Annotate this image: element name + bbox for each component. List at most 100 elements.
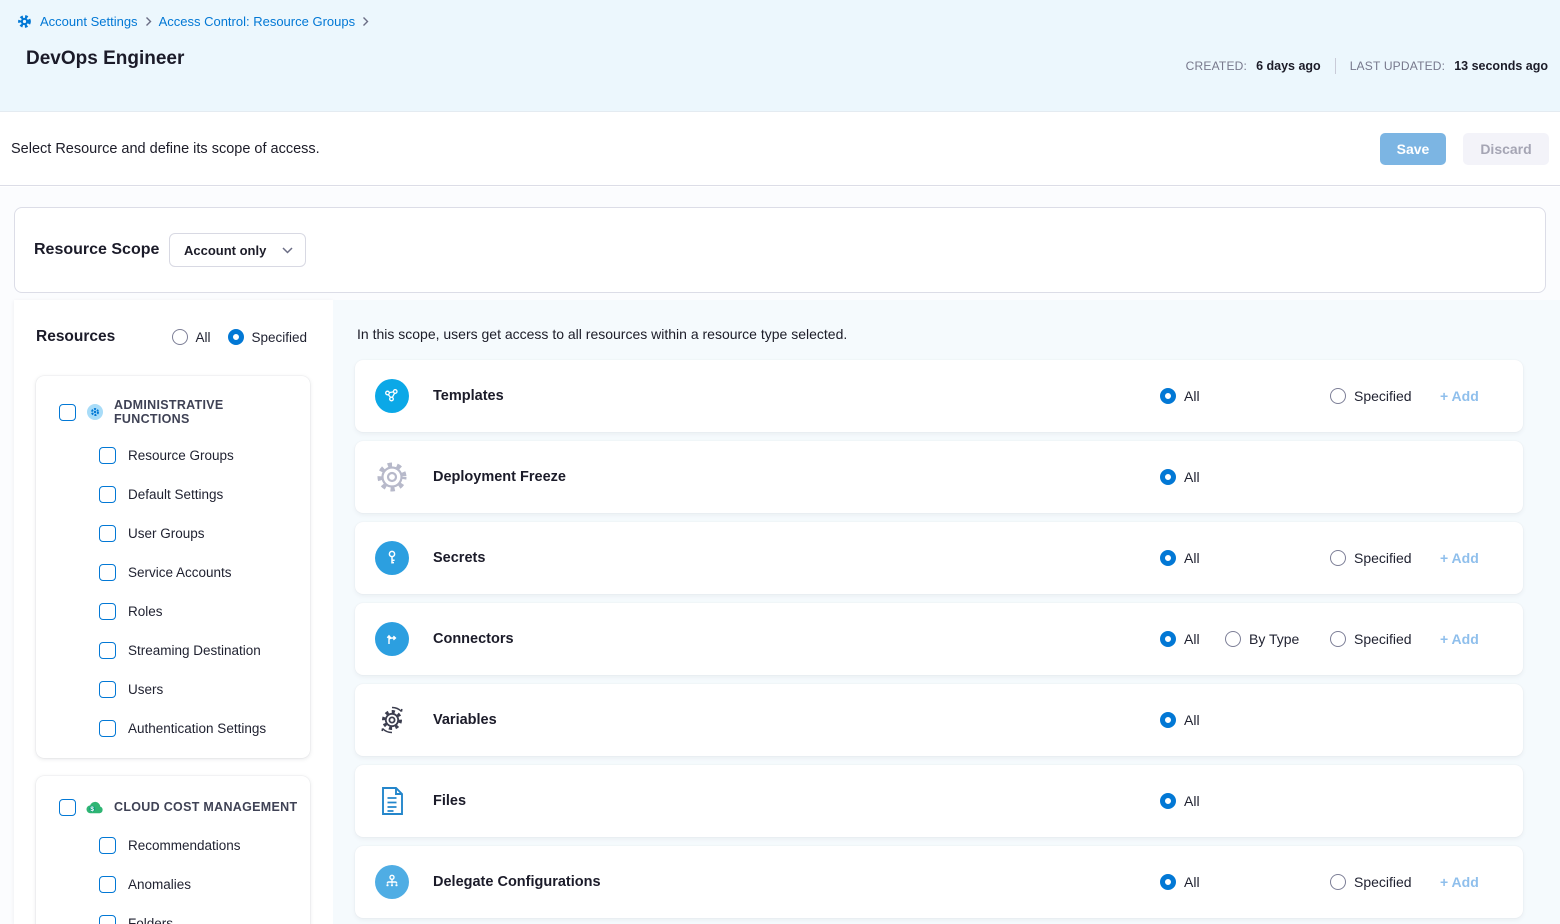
radio-unselected[interactable] <box>1330 388 1346 404</box>
scope-option-label[interactable]: By Type <box>1249 631 1299 647</box>
scope-option-specified[interactable]: Specified <box>1330 388 1412 404</box>
group-label: ADMINISTRATIVE FUNCTIONS <box>114 398 302 426</box>
add-resources-link[interactable]: + Add <box>1440 874 1479 890</box>
item-label: Roles <box>128 604 163 619</box>
scope-option-by-type[interactable]: By Type <box>1225 631 1299 647</box>
discard-button[interactable]: Discard <box>1463 133 1549 165</box>
item-checkbox[interactable] <box>99 642 116 659</box>
resource-scope-card: Resource Scope Account only <box>14 207 1546 293</box>
resource-type-item: Roles <box>36 592 310 631</box>
group-checkbox[interactable] <box>59 799 76 816</box>
breadcrumb-account-settings[interactable]: Account Settings <box>40 14 138 29</box>
radio-selected[interactable] <box>1160 874 1176 890</box>
scope-option-label[interactable]: All <box>1184 388 1200 404</box>
resource-row: Files All <box>355 765 1523 837</box>
scope-option-label[interactable]: All <box>1184 550 1200 566</box>
resources-all-option[interactable]: All <box>172 329 210 345</box>
item-checkbox[interactable] <box>99 681 116 698</box>
variables-icon <box>375 703 409 737</box>
scope-option-specified[interactable]: Specified <box>1330 874 1412 890</box>
scope-option-label[interactable]: All <box>1184 793 1200 809</box>
scope-option-label[interactable]: Specified <box>1354 874 1412 890</box>
scope-option-all[interactable]: All <box>1160 550 1200 566</box>
item-label: Recommendations <box>128 838 241 853</box>
action-toolbar: Select Resource and define its scope of … <box>0 112 1560 186</box>
header-meta: CREATED: 6 days ago LAST UPDATED: 13 sec… <box>1186 58 1548 74</box>
resources-specified-option[interactable]: Specified <box>228 329 307 345</box>
resource-row-title: Connectors <box>433 631 514 647</box>
scope-option-label[interactable]: All <box>1184 712 1200 728</box>
resource-type-item: Streaming Destination <box>36 631 310 670</box>
resource-row: Delegate ConfigurationsAllSpecified+ Add <box>355 846 1523 918</box>
radio-unselected[interactable] <box>1330 874 1346 890</box>
breadcrumb-resource-groups[interactable]: Access Control: Resource Groups <box>159 14 356 29</box>
radio-selected[interactable] <box>1160 712 1176 728</box>
item-checkbox[interactable] <box>99 564 116 581</box>
scope-option-specified[interactable]: Specified <box>1330 631 1412 647</box>
item-checkbox[interactable] <box>99 876 116 893</box>
scope-option-label[interactable]: Specified <box>1354 631 1412 647</box>
item-label: Resource Groups <box>128 448 234 463</box>
last-updated-label: LAST UPDATED: <box>1350 59 1446 73</box>
resources-all-label[interactable]: All <box>195 330 210 345</box>
templates-icon <box>375 379 409 413</box>
scope-option-all[interactable]: All <box>1160 631 1200 647</box>
item-checkbox[interactable] <box>99 837 116 854</box>
radio-selected[interactable] <box>1160 631 1176 647</box>
group-checkbox[interactable] <box>59 404 76 421</box>
radio-selected[interactable] <box>1160 793 1176 809</box>
resource-row-title: Files <box>433 793 466 809</box>
save-button[interactable]: Save <box>1380 133 1446 165</box>
item-label: Default Settings <box>128 487 223 502</box>
resource-group-header: ADMINISTRATIVE FUNCTIONS <box>36 390 310 436</box>
radio-selected[interactable] <box>228 329 244 345</box>
add-resources-link[interactable]: + Add <box>1440 388 1479 404</box>
item-checkbox[interactable] <box>99 720 116 737</box>
item-checkbox[interactable] <box>99 486 116 503</box>
scope-option-all[interactable]: All <box>1160 793 1200 809</box>
item-checkbox[interactable] <box>99 525 116 542</box>
resource-scope-label: Resource Scope <box>34 241 159 259</box>
resource-types-panel: In this scope, users get access to all r… <box>333 300 1560 924</box>
resource-rows: TemplatesAllSpecified+ AddDeployment Fre… <box>355 360 1523 924</box>
resource-scope-dropdown[interactable]: Account only <box>169 233 306 267</box>
scope-option-all[interactable]: All <box>1160 712 1200 728</box>
radio-unselected[interactable] <box>172 329 188 345</box>
radio-unselected[interactable] <box>1225 631 1241 647</box>
scope-option-all[interactable]: All <box>1160 874 1200 890</box>
scope-option-label[interactable]: All <box>1184 874 1200 890</box>
settings-gear-icon <box>15 12 33 30</box>
item-label: Folders <box>128 916 173 924</box>
radio-selected[interactable] <box>1160 469 1176 485</box>
resource-row: TemplatesAllSpecified+ Add <box>355 360 1523 432</box>
files-icon <box>375 784 409 818</box>
scope-option-label[interactable]: Specified <box>1354 388 1412 404</box>
item-label: Anomalies <box>128 877 191 892</box>
resource-row: Connectors All By Type Specified + Add <box>355 603 1523 675</box>
chevron-down-icon <box>282 247 293 254</box>
add-resources-link[interactable]: + Add <box>1440 631 1479 647</box>
radio-selected[interactable] <box>1160 550 1176 566</box>
item-label: Authentication Settings <box>128 721 266 736</box>
resources-specified-label[interactable]: Specified <box>251 330 307 345</box>
resource-row: VariablesAll <box>355 684 1523 756</box>
radio-selected[interactable] <box>1160 388 1176 404</box>
resources-header: Resources All Specified <box>14 300 333 358</box>
scope-option-all[interactable]: All <box>1160 469 1200 485</box>
scope-option-all[interactable]: All <box>1160 388 1200 404</box>
item-checkbox[interactable] <box>99 603 116 620</box>
scope-option-specified[interactable]: Specified <box>1330 550 1412 566</box>
resource-scope-value: Account only <box>184 243 266 258</box>
scope-option-label[interactable]: All <box>1184 469 1200 485</box>
add-resources-link[interactable]: + Add <box>1440 550 1479 566</box>
svg-text:$: $ <box>90 805 94 812</box>
item-checkbox[interactable] <box>99 915 116 924</box>
scope-option-label[interactable]: All <box>1184 631 1200 647</box>
item-checkbox[interactable] <box>99 447 116 464</box>
scope-option-label[interactable]: Specified <box>1354 550 1412 566</box>
resource-type-item: Resource Groups <box>36 436 310 475</box>
radio-unselected[interactable] <box>1330 631 1346 647</box>
meta-divider <box>1335 58 1336 74</box>
radio-unselected[interactable] <box>1330 550 1346 566</box>
connectors-icon <box>375 622 409 656</box>
